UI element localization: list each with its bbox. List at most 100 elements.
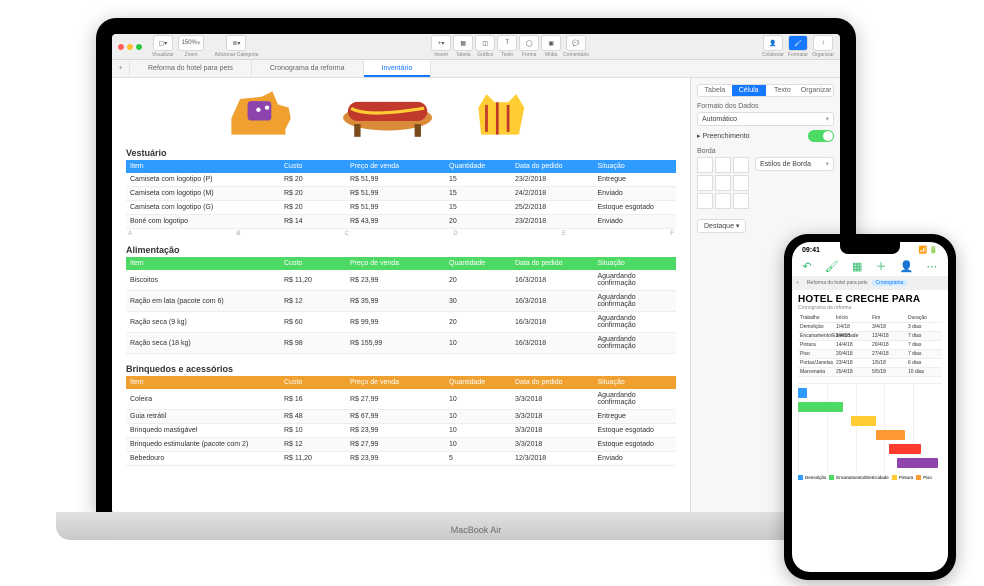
column-header[interactable]: Item [126, 257, 280, 270]
cell[interactable]: 15 [445, 201, 511, 215]
text-button[interactable]: T [497, 35, 517, 51]
cell[interactable]: 24/2/2018 [511, 187, 594, 201]
cell[interactable]: 25/2/2018 [511, 201, 594, 215]
cell[interactable]: 23/2/2018 [511, 173, 594, 187]
column-header[interactable]: Situação [594, 376, 677, 389]
cell[interactable]: R$ 27,99 [346, 389, 445, 410]
cell[interactable]: Camiseta com logotipo (G) [126, 201, 280, 215]
cell[interactable]: R$ 35,99 [346, 291, 445, 312]
cell[interactable]: Coleira [126, 389, 280, 410]
cell[interactable]: R$ 12 [280, 438, 346, 452]
table-alimentacao[interactable]: ItemCustoPreço de vendaQuantidadeData do… [126, 257, 676, 354]
cell[interactable]: R$ 14 [280, 215, 346, 229]
inspector-tab-tabela[interactable]: Tabela [698, 85, 732, 96]
collaborate-button[interactable]: 👤 [763, 35, 783, 51]
cell[interactable]: R$ 99,99 [346, 312, 445, 333]
column-header[interactable]: Preço de venda [346, 257, 445, 270]
cell[interactable]: Aguardando confirmação [594, 389, 677, 410]
column-header[interactable]: Custo [280, 257, 346, 270]
shape-button[interactable]: ◯ [519, 35, 539, 51]
column-header[interactable]: Data do pedido [511, 160, 594, 173]
cell[interactable]: 10 [445, 333, 511, 354]
cell[interactable]: 3/3/2018 [511, 438, 594, 452]
cell[interactable]: R$ 98 [280, 333, 346, 354]
cell[interactable]: 10 [445, 389, 511, 410]
column-header[interactable]: Quantidade [445, 160, 511, 173]
inspector-tab-organizar[interactable]: Organizar [799, 85, 833, 96]
cell[interactable]: 30 [445, 291, 511, 312]
cell[interactable]: 16/3/2018 [511, 312, 594, 333]
cell[interactable]: R$ 48 [280, 410, 346, 424]
cell[interactable]: Estoque esgotado [594, 438, 677, 452]
close-icon[interactable] [118, 44, 124, 50]
cell[interactable]: Entregue [594, 410, 677, 424]
add-sheet-button[interactable]: + [112, 60, 130, 77]
table-row[interactable]: Ração seca (18 kg)R$ 98R$ 155,991016/3/2… [126, 333, 676, 354]
cell[interactable]: Brinquedo mastigável [126, 424, 280, 438]
cell[interactable]: R$ 11,20 [280, 270, 346, 291]
table-row[interactable]: Ração em lata (pacote com 6)R$ 12R$ 35,9… [126, 291, 676, 312]
cell[interactable]: R$ 23,99 [346, 452, 445, 466]
table-row[interactable]: Brinquedo estimulante (pacote com 2)R$ 1… [126, 438, 676, 452]
cell[interactable]: 10 [445, 410, 511, 424]
column-header[interactable]: Situação [594, 257, 677, 270]
cell[interactable]: R$ 27,99 [346, 438, 445, 452]
table-row[interactable]: ColeiraR$ 16R$ 27,99103/3/2018Aguardando… [126, 389, 676, 410]
column-header[interactable]: Data do pedido [511, 257, 594, 270]
cell[interactable]: Aguardando confirmação [594, 312, 677, 333]
inspector-tab-texto[interactable]: Texto [766, 85, 800, 96]
cell[interactable]: Guia retrátil [126, 410, 280, 424]
table-vestuario[interactable]: ItemCustoPreço de vendaQuantidadeData do… [126, 160, 676, 229]
cell[interactable]: 16/3/2018 [511, 291, 594, 312]
border-style-select[interactable]: Estilos de Borda▾ [755, 157, 834, 171]
cell[interactable]: Camiseta com logotipo (M) [126, 187, 280, 201]
cell[interactable]: Aguardando confirmação [594, 333, 677, 354]
cell[interactable]: R$ 51,99 [346, 187, 445, 201]
cell[interactable]: R$ 23,99 [346, 270, 445, 291]
cell[interactable]: 16/3/2018 [511, 270, 594, 291]
iphone-tab-cronograma[interactable]: Cronograma [872, 280, 908, 286]
cell[interactable]: R$ 60 [280, 312, 346, 333]
highlight-button[interactable]: Destaque ▾ [697, 219, 746, 233]
cell[interactable]: 15 [445, 187, 511, 201]
window-controls[interactable] [118, 44, 142, 50]
column-header[interactable]: Custo [280, 376, 346, 389]
cell[interactable]: 20 [445, 270, 511, 291]
column-header[interactable]: Preço de venda [346, 376, 445, 389]
cell[interactable]: Entregue [594, 173, 677, 187]
cell[interactable]: Ração seca (18 kg) [126, 333, 280, 354]
cell[interactable]: Brinquedo estimulante (pacote com 2) [126, 438, 280, 452]
column-header[interactable]: Item [126, 376, 280, 389]
table-row[interactable]: BebedouroR$ 11,20R$ 23,99512/3/2018Envia… [126, 452, 676, 466]
table-row[interactable]: Portas/Janelas23/4/181/5/186 dias [798, 359, 942, 368]
table-row[interactable]: Camiseta com logotipo (G)R$ 20R$ 51,9915… [126, 201, 676, 215]
insert-icon[interactable]: ＋ [875, 262, 886, 273]
sheet-tab-cronograma[interactable]: Cronograma da reforma [252, 60, 364, 77]
cell[interactable]: 15 [445, 173, 511, 187]
table-row[interactable]: Brinquedo mastigávelR$ 10R$ 23,99103/3/2… [126, 424, 676, 438]
cell[interactable]: Enviado [594, 452, 677, 466]
cell[interactable]: Ração em lata (pacote com 6) [126, 291, 280, 312]
table-button[interactable]: ▦ [453, 35, 473, 51]
table-row[interactable]: Pintura14/4/1820/4/187 dias [798, 341, 942, 350]
cell[interactable]: Biscoitos [126, 270, 280, 291]
cell[interactable]: R$ 67,99 [346, 410, 445, 424]
comment-button[interactable]: 💬 [566, 35, 586, 51]
cell[interactable]: R$ 51,99 [346, 173, 445, 187]
table-row[interactable]: BiscoitosR$ 11,20R$ 23,992016/3/2018Agua… [126, 270, 676, 291]
cell[interactable]: Camiseta com logotipo (P) [126, 173, 280, 187]
column-header[interactable]: Item [126, 160, 280, 173]
cell[interactable]: R$ 20 [280, 201, 346, 215]
cell[interactable]: Aguardando confirmação [594, 270, 677, 291]
format-button[interactable]: 🖌 [788, 35, 808, 51]
column-header[interactable]: Preço de venda [346, 160, 445, 173]
cell[interactable]: R$ 20 [280, 173, 346, 187]
iphone-add-sheet[interactable]: + [792, 280, 803, 286]
cell[interactable]: R$ 23,99 [346, 424, 445, 438]
cell[interactable]: R$ 155,99 [346, 333, 445, 354]
table-row[interactable]: Camiseta com logotipo (M)R$ 20R$ 51,9915… [126, 187, 676, 201]
inspector-tab-celula[interactable]: Célula [732, 85, 766, 96]
cell[interactable]: 12/3/2018 [511, 452, 594, 466]
add-category-button[interactable]: ≣▾ [226, 35, 246, 51]
table-row[interactable]: Boné com logotipoR$ 14R$ 43,992023/2/201… [126, 215, 676, 229]
